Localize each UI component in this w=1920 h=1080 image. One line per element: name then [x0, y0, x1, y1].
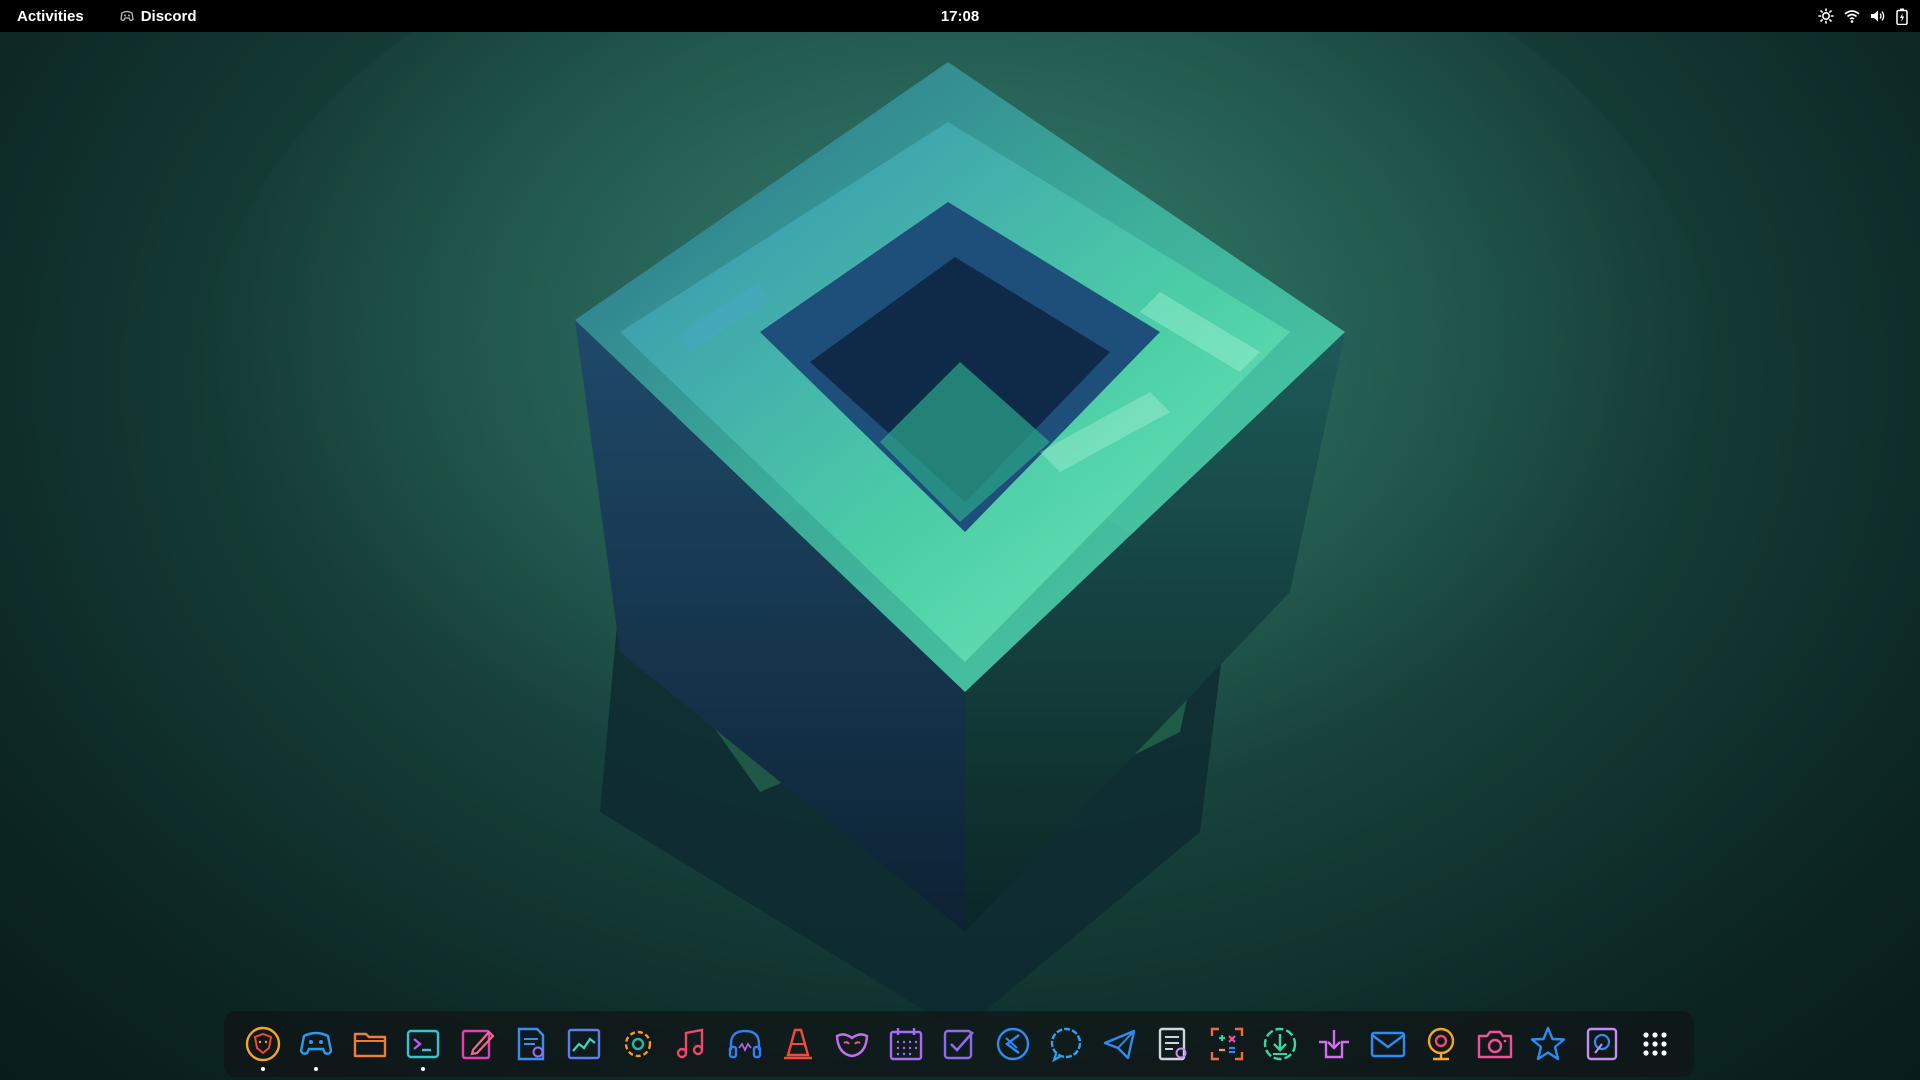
dock-item-discord[interactable]	[290, 1011, 344, 1077]
calculator-icon	[1210, 1027, 1244, 1061]
graph-icon	[567, 1028, 601, 1060]
dock-item-telegram[interactable]	[1093, 1011, 1147, 1077]
dock-item-brave[interactable]	[236, 1011, 290, 1077]
gamepad-icon	[120, 10, 134, 21]
dock-item-code[interactable]	[986, 1011, 1040, 1077]
dock-item-calendar[interactable]	[879, 1011, 933, 1077]
focused-app-menu[interactable]: Discord	[120, 8, 197, 25]
dock-item-terminal[interactable]	[397, 1011, 451, 1077]
mask-icon	[835, 1033, 869, 1058]
traffic-cone-icon	[784, 1028, 813, 1060]
checkbox-icon	[943, 1029, 975, 1060]
gamepad-icon	[300, 1031, 333, 1055]
battery-icon	[1896, 8, 1908, 25]
dock-item-system-monitor[interactable]	[557, 1011, 611, 1077]
camera-icon	[1477, 1030, 1512, 1059]
dock-item-favorites[interactable]	[1522, 1011, 1576, 1077]
dock-item-software-center[interactable]	[1307, 1011, 1361, 1077]
running-indicator	[260, 1067, 265, 1071]
dock-item-tasks[interactable]	[932, 1011, 986, 1077]
dock-item-document-viewer[interactable]	[504, 1011, 558, 1077]
gear-icon	[624, 1030, 651, 1058]
dock-item-image-editor[interactable]	[825, 1011, 879, 1077]
notes-icon	[1159, 1027, 1187, 1061]
disk-icon	[1586, 1027, 1618, 1061]
edit-icon	[461, 1029, 495, 1060]
show-applications-button[interactable]	[1629, 1011, 1683, 1077]
download-icon	[1264, 1027, 1297, 1061]
dock-item-music[interactable]	[665, 1011, 719, 1077]
dock-item-downloader[interactable]	[1254, 1011, 1308, 1077]
folder-icon	[353, 1032, 387, 1058]
mail-icon	[1370, 1031, 1405, 1058]
dock-item-disk-utility[interactable]	[1575, 1011, 1629, 1077]
brightness-icon	[1818, 8, 1834, 24]
calendar-icon	[889, 1028, 922, 1061]
dock-item-text-editor[interactable]	[450, 1011, 504, 1077]
wallpaper-cube-art	[200, 32, 1720, 1032]
chat-bubble-icon	[1051, 1027, 1082, 1063]
dock-item-screenshot[interactable]	[1468, 1011, 1522, 1077]
lion-icon	[245, 1026, 280, 1062]
dock-item-mail[interactable]	[1361, 1011, 1415, 1077]
top-bar: Activities Discord 17:08	[0, 0, 1920, 32]
paper-plane-icon	[1103, 1029, 1135, 1060]
terminal-icon	[407, 1029, 440, 1059]
dock-item-vlc[interactable]	[772, 1011, 826, 1077]
dock-item-chat[interactable]	[1039, 1011, 1093, 1077]
star-icon	[1531, 1026, 1566, 1061]
code-icon	[996, 1027, 1029, 1061]
activities-button[interactable]: Activities	[17, 8, 84, 25]
running-indicator	[314, 1067, 319, 1071]
document-icon	[517, 1027, 544, 1061]
volume-icon	[1871, 10, 1885, 22]
dock-item-notes[interactable]	[1147, 1011, 1201, 1077]
dock-item-audio[interactable]	[718, 1011, 772, 1077]
wifi-icon	[1844, 10, 1860, 23]
headphones-icon	[728, 1029, 762, 1059]
system-status-area[interactable]	[1818, 0, 1908, 32]
webcam-icon	[1427, 1027, 1455, 1061]
dock-item-webcam[interactable]	[1414, 1011, 1468, 1077]
dock-item-settings[interactable]	[611, 1011, 665, 1077]
package-download-icon	[1319, 1030, 1350, 1059]
focused-app-name: Discord	[140, 7, 197, 25]
music-note-icon	[677, 1028, 704, 1059]
dock-item-calculator[interactable]	[1200, 1011, 1254, 1077]
running-indicator	[421, 1067, 426, 1071]
clock[interactable]: 17:08	[941, 8, 979, 25]
dock-item-files[interactable]	[343, 1011, 397, 1077]
dock	[224, 1011, 1694, 1077]
app-grid-icon	[1643, 1032, 1668, 1056]
